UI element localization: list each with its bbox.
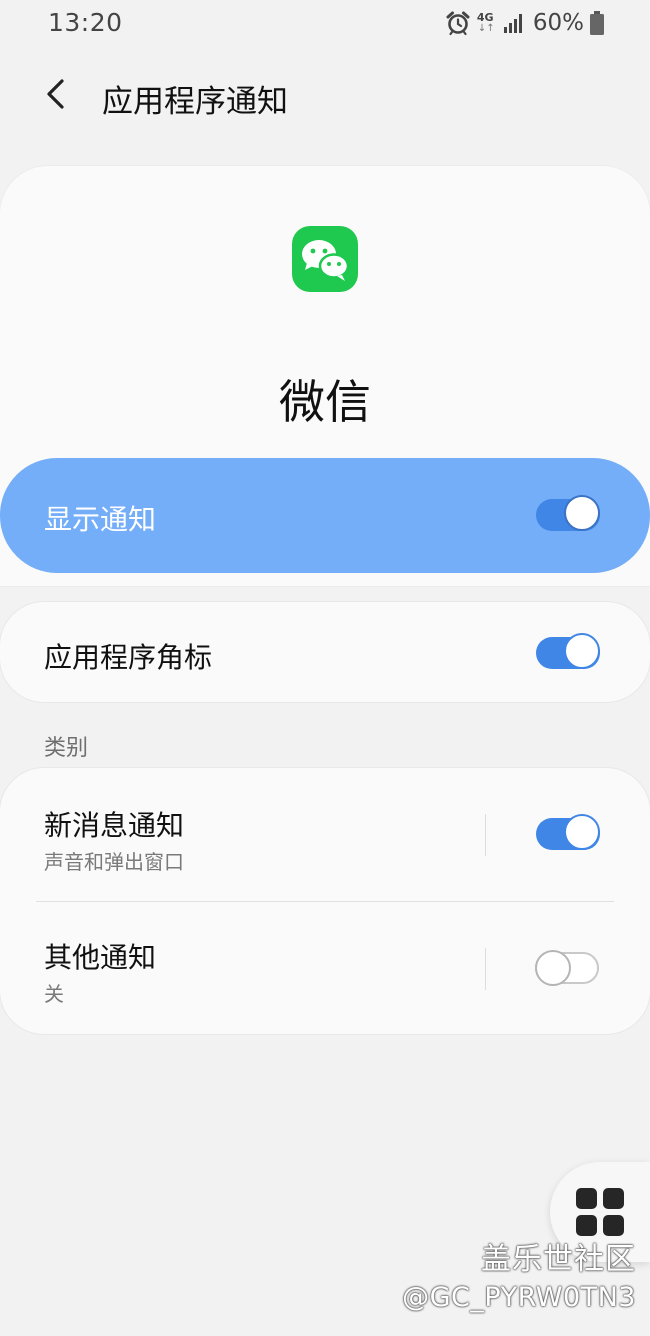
app-badge-toggle[interactable]	[536, 633, 600, 669]
other-notifications-toggle[interactable]	[535, 950, 599, 986]
category-subtitle: 声音和弹出窗口	[44, 850, 184, 874]
show-notifications-label: 显示通知	[44, 503, 157, 536]
grid-menu-icon	[576, 1188, 624, 1236]
page-title: 应用程序通知	[102, 84, 288, 120]
category-title: 其他通知	[44, 941, 157, 974]
watermark-brand: 盖乐世社区	[481, 1242, 636, 1277]
toggle-knob	[535, 950, 571, 986]
watermark-user: @GC_PYRW0TN3	[402, 1282, 636, 1313]
category-section-label: 类别	[44, 736, 89, 761]
category-title: 新消息通知	[44, 809, 185, 842]
header: 应用程序通知	[0, 60, 650, 132]
battery-percent: 60%	[532, 10, 584, 36]
category-item-new-message[interactable]: 新消息通知 声音和弹出窗口	[0, 768, 650, 898]
category-item-other[interactable]: 其他通知 关	[0, 902, 650, 1032]
status-icons: 4G ↓↑ 60%	[445, 8, 604, 38]
back-button[interactable]	[30, 70, 82, 122]
app-name: 微信	[279, 375, 371, 429]
status-time: 13:20	[48, 8, 123, 37]
alarm-icon	[445, 10, 471, 36]
category-subtitle: 关	[44, 982, 64, 1006]
toggle-knob	[564, 814, 600, 850]
signal-icon	[503, 12, 525, 34]
network-4g-icon: 4G ↓↑	[477, 9, 497, 37]
row-divider	[485, 814, 486, 856]
toggle-knob	[564, 633, 600, 669]
network-arrows: ↓↑	[477, 23, 495, 34]
show-notifications-row[interactable]: 显示通知	[0, 458, 650, 573]
app-notifications-screen: 13:20 4G ↓↑ 60% 应用程序通知 微信 显示通知 应用程序角标 类别…	[0, 0, 650, 1336]
battery-icon	[590, 11, 604, 35]
chevron-left-icon	[44, 78, 68, 114]
toggle-knob	[564, 495, 600, 531]
status-bar: 13:20 4G ↓↑ 60%	[0, 0, 650, 48]
new-message-toggle[interactable]	[536, 814, 600, 850]
app-badge-label: 应用程序角标	[44, 641, 213, 674]
row-divider	[485, 948, 486, 990]
category-card: 新消息通知 声音和弹出窗口 其他通知 关	[0, 768, 650, 1034]
app-badge-card[interactable]: 应用程序角标	[0, 602, 650, 702]
wechat-icon	[292, 226, 358, 292]
show-notifications-toggle[interactable]	[536, 495, 600, 531]
